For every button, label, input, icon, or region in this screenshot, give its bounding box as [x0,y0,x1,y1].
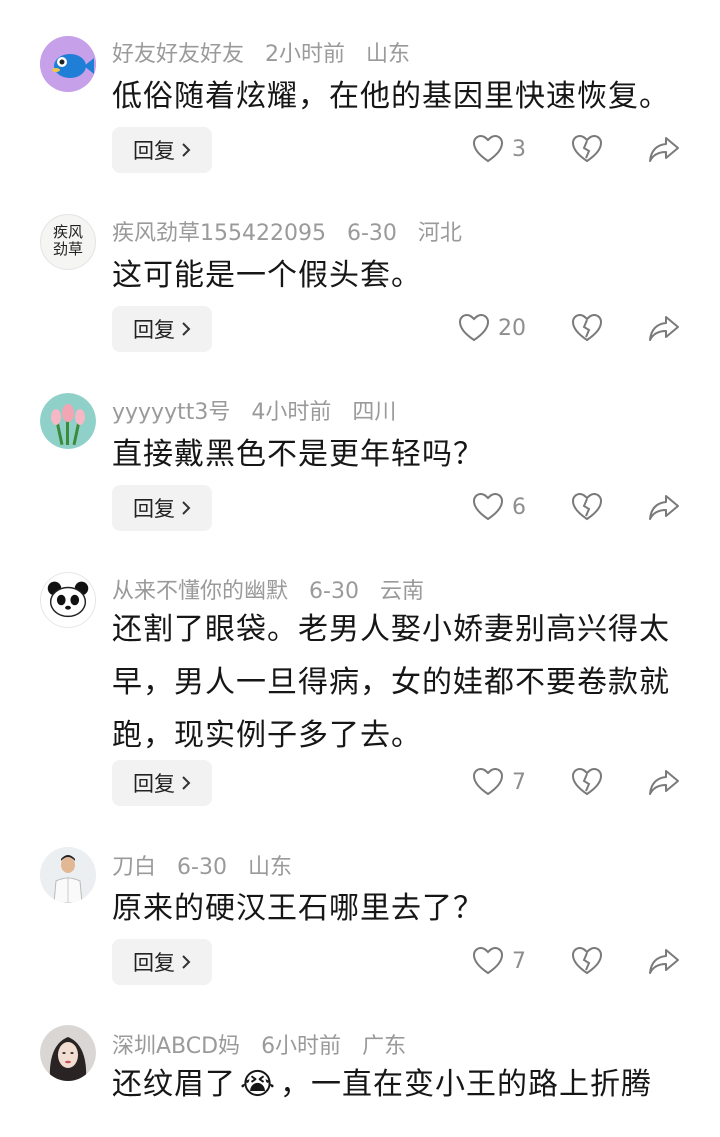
timestamp: 6-30 [309,579,359,604]
like-count: 7 [512,948,526,974]
heart-outline-icon [472,767,504,797]
like-button[interactable]: 3 [472,134,526,164]
location: 云南 [379,579,424,604]
like-button[interactable]: 7 [472,946,526,976]
share-arrow-icon [649,770,679,795]
dislike-button[interactable] [571,945,605,979]
username[interactable]: yyyyytt3号 [112,400,230,425]
woman-portrait-icon [40,1025,96,1081]
panda-icon [47,581,89,618]
username[interactable]: 疾风劲草155422095 [112,221,326,246]
like-button[interactable]: 6 [472,492,526,522]
comment-text: 直接戴黑色不是更年轻吗？ [112,437,484,472]
tulip-icon [40,393,96,449]
timestamp: 6-30 [346,221,397,246]
broken-heart-icon [571,767,603,796]
heart-outline-icon [472,946,504,976]
share-arrow-icon [649,949,679,974]
like-count: 20 [498,315,526,341]
share-button[interactable] [648,491,682,525]
fish-icon [40,36,96,92]
comment-text: 还纹眉了 😭 ，一直在变小王的路上折腾 [112,1058,687,1111]
location: 山东 [366,42,411,67]
comment-text: 这可能是一个假头套。 [112,258,422,293]
like-button[interactable]: 20 [458,313,526,343]
user-avatar[interactable] [40,572,96,628]
calligraphy-avatar-text: 疾风劲草 [52,223,83,258]
like-count: 6 [512,494,526,520]
comment-text: 原来的硬汉王石哪里去了？ [112,891,484,926]
location: 山东 [247,855,292,880]
like-count: 3 [512,136,526,162]
username[interactable]: 深圳ABCD妈 [112,1034,240,1059]
share-button[interactable] [648,133,682,167]
comment-meta: 疾风劲草155422095 6-30 河北 [112,215,476,247]
share-button[interactable] [648,945,682,979]
location: 广东 [362,1034,407,1059]
comment-text: 低俗随着炫耀，在他的基因里快速恢复。 [112,79,670,114]
heart-outline-icon [472,492,504,522]
comment-meta: 深圳ABCD妈 6小时前 广东 [112,1028,420,1060]
share-arrow-icon [649,495,679,520]
share-button[interactable] [648,312,682,346]
dislike-button[interactable] [571,312,605,346]
dislike-button[interactable] [571,766,605,800]
broken-heart-icon [571,946,603,975]
user-avatar[interactable] [40,393,96,449]
broken-heart-icon [571,134,603,163]
broken-heart-icon [571,313,603,342]
user-avatar[interactable] [40,36,96,92]
share-arrow-icon [649,137,679,162]
timestamp: 2小时前 [265,42,346,67]
dislike-button[interactable] [571,491,605,525]
comment-meta: yyyyytt3号 4小时前 四川 [112,394,410,426]
heart-outline-icon [472,134,504,164]
location: 河北 [417,221,462,246]
comment-meta: 刀白 6-30 山东 [112,849,306,881]
username[interactable]: 好友好友好友 [112,42,244,67]
location: 四川 [352,400,397,425]
person-icon [40,847,96,903]
timestamp: 6-30 [177,855,227,880]
crying-emoji-icon: 😭 [239,1067,277,1102]
comment-meta: 好友好友好友 2小时前 山东 [112,36,424,68]
broken-heart-icon [571,492,603,521]
heart-outline-icon [458,313,490,343]
comment-meta: 从来不懂你的幽默 6-30 云南 [112,573,438,605]
user-avatar[interactable] [40,847,96,903]
like-button[interactable]: 7 [472,767,526,797]
timestamp: 6小时前 [261,1034,342,1059]
dislike-button[interactable] [571,133,605,167]
share-button[interactable] [648,766,682,800]
username[interactable]: 从来不懂你的幽默 [112,579,288,604]
username[interactable]: 刀白 [112,855,156,880]
share-arrow-icon [649,316,679,341]
user-avatar[interactable] [40,1025,96,1081]
comment-text: 还割了眼袋。老男人娶小娇妻别高兴得太早，男人一旦得病，女的娃都不要卷款就跑，现实… [112,612,670,753]
like-count: 7 [512,769,526,795]
timestamp: 4小时前 [251,400,332,425]
user-avatar[interactable]: 疾风劲草 [40,214,96,270]
